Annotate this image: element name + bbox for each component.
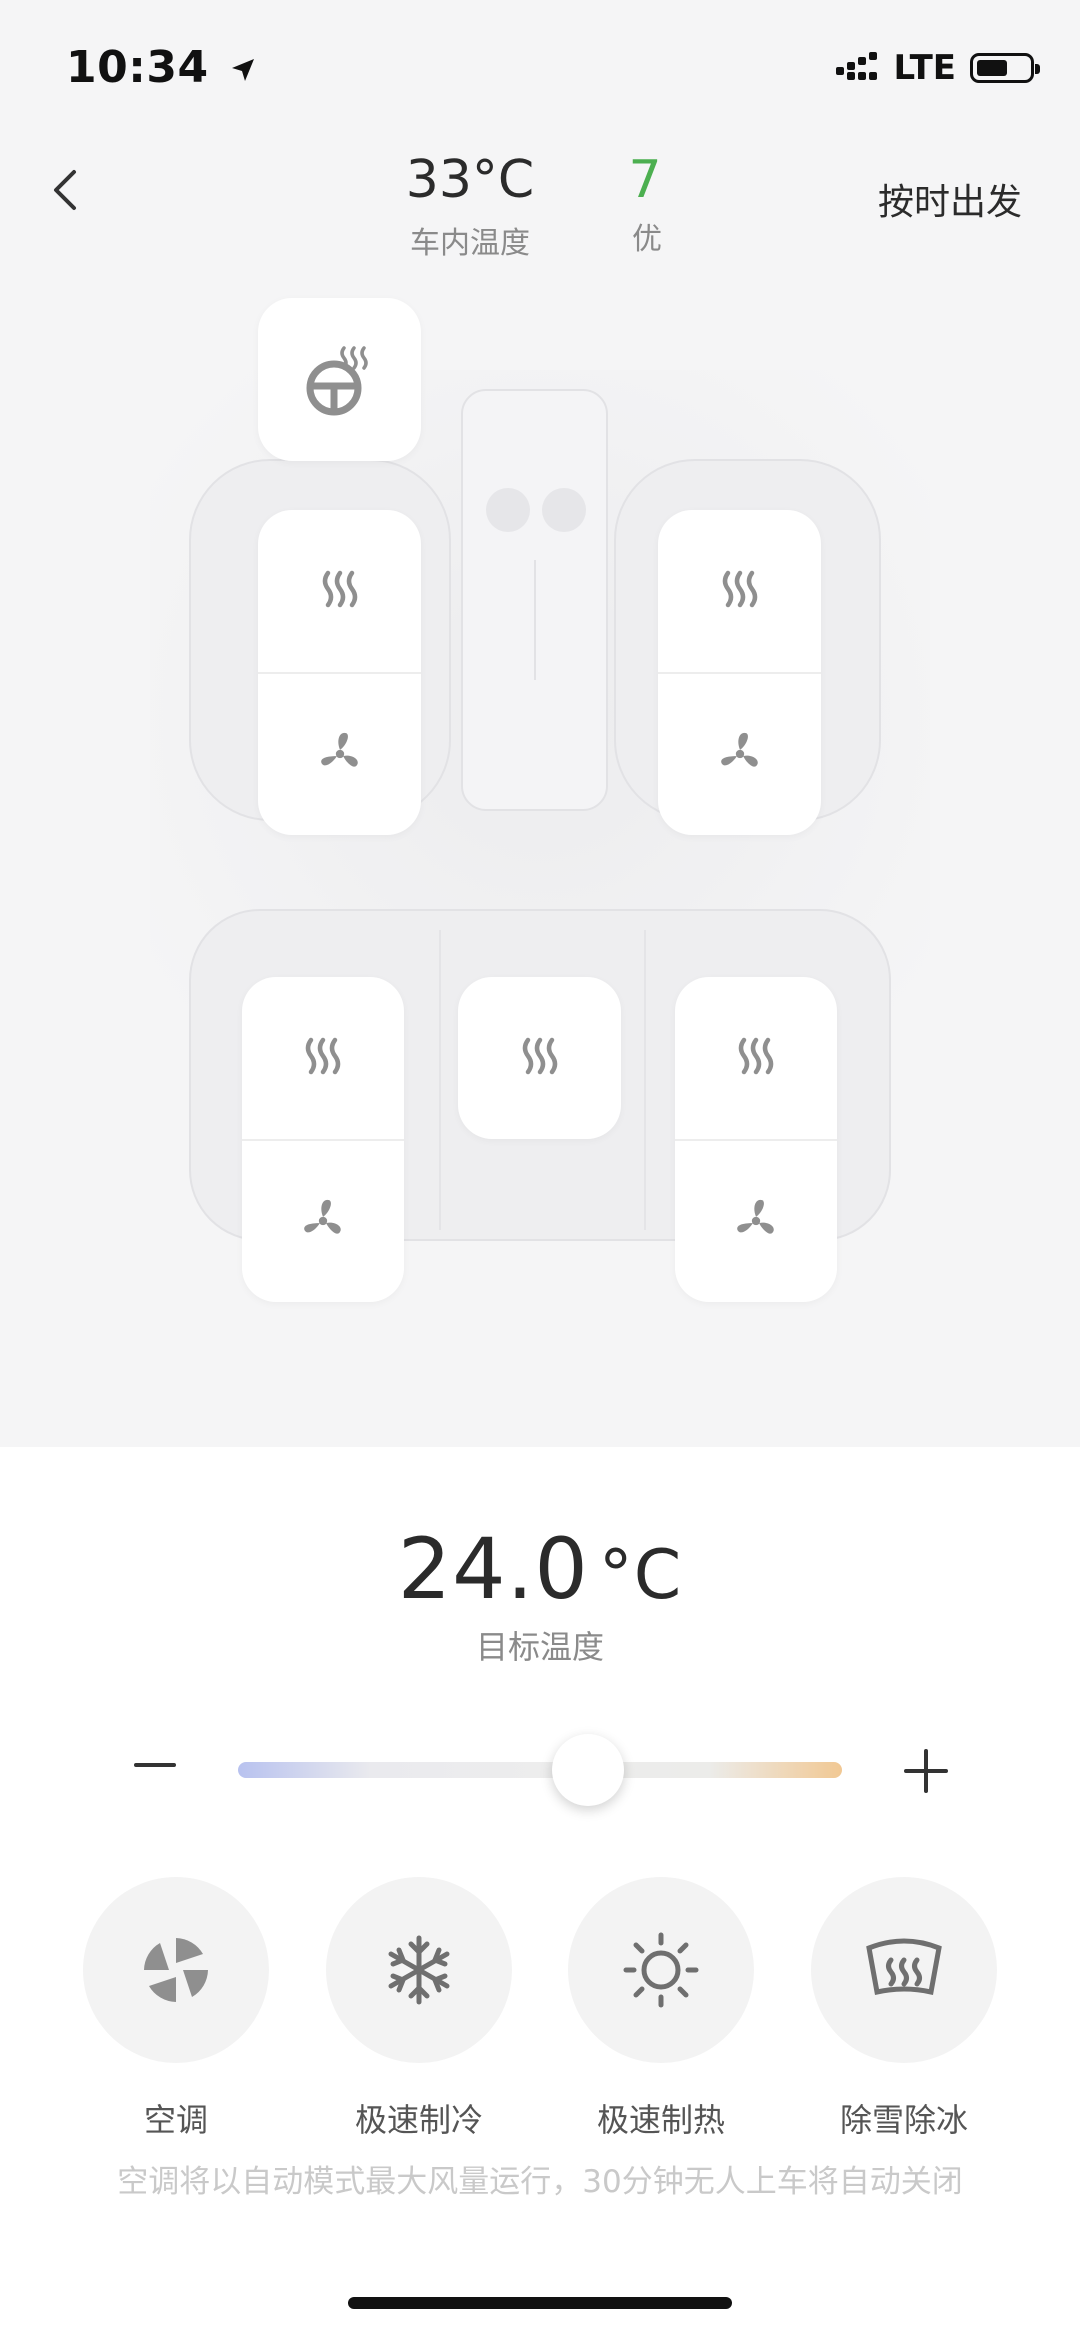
car-interior-illustration: [150, 370, 930, 1241]
seat-heat-icon: [300, 1036, 346, 1080]
back-button[interactable]: [38, 160, 98, 220]
minus-icon: [134, 1763, 176, 1767]
temperature-slider-thumb[interactable]: [552, 1734, 625, 1806]
seat-heat-icon: [517, 1036, 563, 1080]
cabin-temperature: 33°C: [405, 150, 535, 210]
mode-description: 空调将以自动模式最大风量运行，30分钟无人上车将自动关闭: [117, 2164, 963, 2200]
seat-heat-icon: [717, 569, 763, 613]
seat-heat-button-rear-right[interactable]: [675, 977, 837, 1141]
increase-temperature-button[interactable]: [900, 1745, 952, 1797]
seat-rear-left: [242, 977, 404, 1302]
mode-ac-label: 空调: [143, 2101, 208, 2139]
steering-wheel-heat-icon: [304, 344, 376, 416]
seat-heat-button-rear-left[interactable]: [242, 977, 404, 1141]
seat-heat-button-front-right[interactable]: [658, 510, 821, 674]
seat-heat-icon: [317, 569, 363, 613]
seat-heat-button-front-left[interactable]: [258, 510, 421, 674]
seat-vent-button-front-left[interactable]: [258, 674, 421, 836]
location-arrow-icon: [228, 45, 258, 96]
mode-defrost[interactable]: 除雪除冰: [811, 1877, 997, 2141]
seat-vent-icon: [731, 1196, 781, 1246]
target-temperature-unit: °C: [598, 1536, 683, 1615]
status-time: 10:34: [66, 42, 258, 96]
seat-vent-icon: [715, 729, 765, 779]
seat-vent-icon: [315, 729, 365, 779]
target-temperature-value: 24.0: [397, 1520, 589, 1618]
car-seat-map: [0, 250, 1080, 1450]
mode-defrost-button[interactable]: [811, 1877, 997, 2063]
defrost-icon: [861, 1932, 947, 2008]
ac-fan-icon: [136, 1930, 216, 2010]
seat-rear-right: [675, 977, 837, 1302]
temperature-slider-track[interactable]: [238, 1762, 842, 1778]
plus-icon: [904, 1749, 948, 1793]
seat-vent-button-front-right[interactable]: [658, 674, 821, 836]
seat-heat-icon: [733, 1036, 779, 1080]
scheduled-departure-button[interactable]: 按时出发: [878, 173, 1022, 225]
mode-rapid-heat[interactable]: 极速制热: [568, 1877, 754, 2141]
chevron-left-icon: [54, 170, 76, 210]
seat-vent-icon: [298, 1196, 348, 1246]
status-indicators: LTE: [835, 48, 1040, 88]
air-quality-value: 7: [628, 150, 662, 210]
home-indicator[interactable]: [348, 2297, 732, 2309]
snowflake-icon: [381, 1932, 457, 2008]
seat-front-right: [658, 510, 821, 835]
mode-rapid-cool-label: 极速制冷: [354, 2101, 483, 2139]
seat-vent-button-rear-right[interactable]: [675, 1141, 837, 1303]
mode-rapid-cool[interactable]: 极速制冷: [326, 1877, 512, 2141]
target-temperature-label: 目标温度: [475, 1628, 604, 1666]
seat-vent-button-rear-left[interactable]: [242, 1141, 404, 1303]
mode-ac[interactable]: 空调: [83, 1877, 269, 2141]
seat-front-left: [258, 510, 421, 835]
steering-wheel-heat-button[interactable]: [258, 298, 421, 461]
mode-rapid-heat-button[interactable]: [568, 1877, 754, 2063]
battery-icon: [970, 53, 1040, 83]
decrease-temperature-button[interactable]: [130, 1740, 180, 1790]
seat-heat-button-rear-middle[interactable]: [458, 977, 621, 1139]
mode-defrost-label: 除雪除冰: [839, 2101, 968, 2139]
mode-rapid-cool-button[interactable]: [326, 1877, 512, 2063]
sun-icon: [621, 1930, 701, 2010]
mode-ac-button[interactable]: [83, 1877, 269, 2063]
target-temperature: 24.0 °C: [0, 1520, 1080, 1618]
mode-rapid-heat-label: 极速制热: [596, 2101, 725, 2139]
network-type: LTE: [893, 48, 956, 88]
signal-icon: [835, 51, 880, 85]
